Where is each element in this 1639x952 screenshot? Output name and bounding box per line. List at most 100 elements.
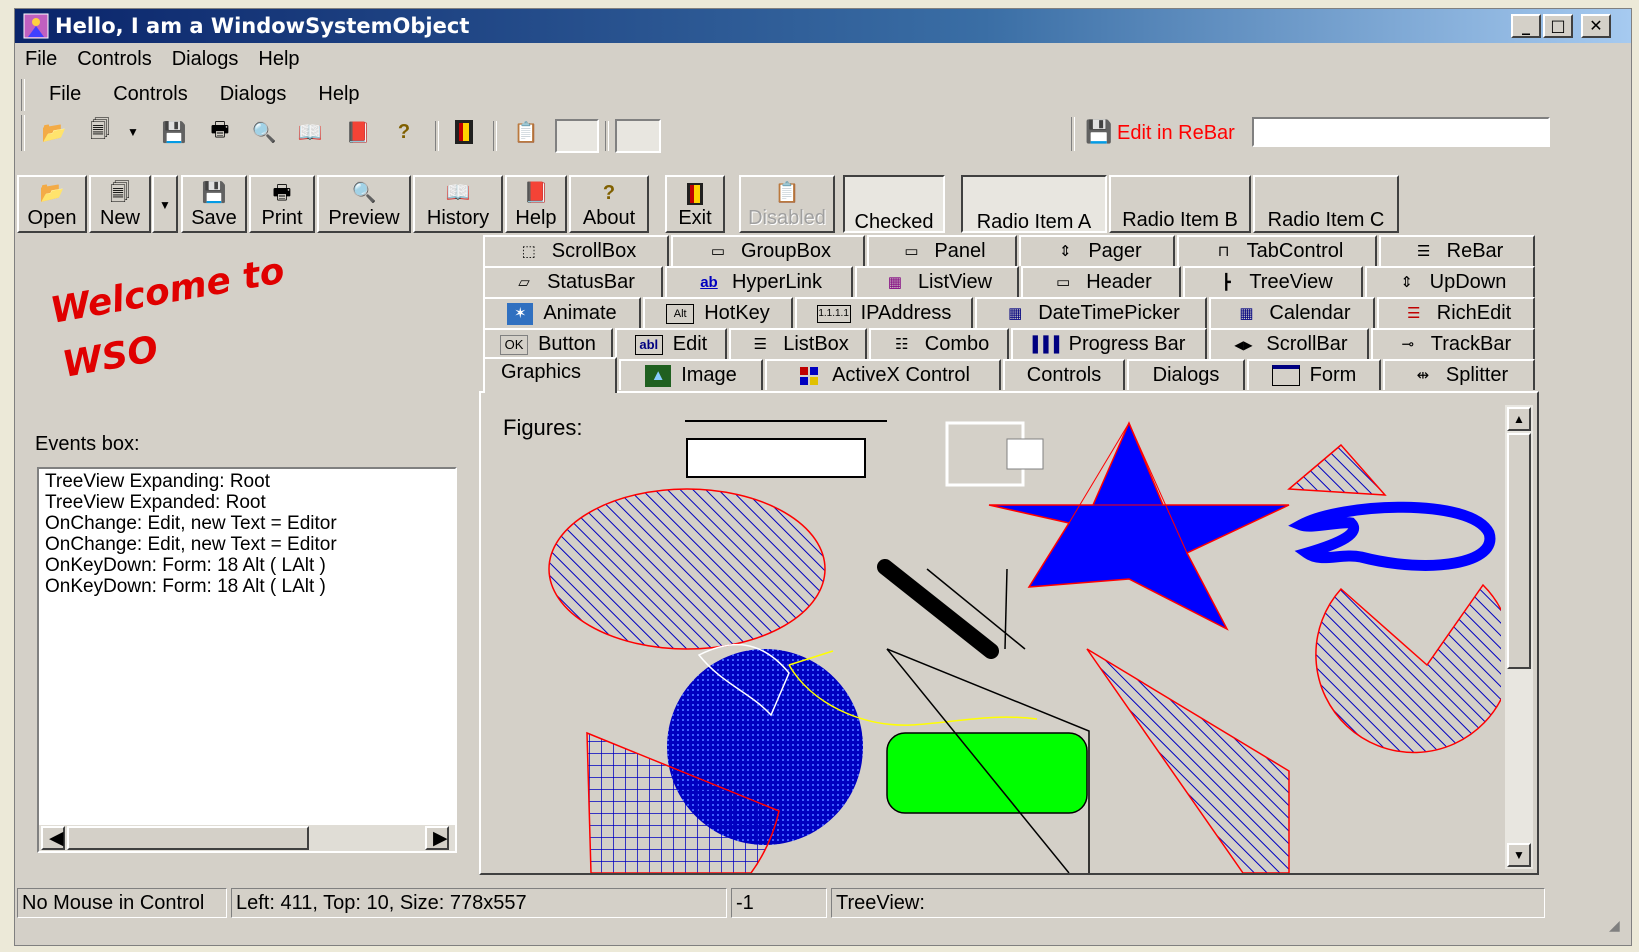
- resize-grip-icon[interactable]: ◢: [1609, 917, 1629, 937]
- tab-hotkey[interactable]: Alt HotKey: [643, 297, 793, 328]
- tab-header[interactable]: ▭ Header: [1021, 266, 1181, 297]
- tab-listbox[interactable]: ☰ ListBox: [729, 328, 867, 359]
- exit-door-icon[interactable]: [449, 117, 479, 147]
- rebar-edit-label: Edit in ReBar: [1117, 122, 1235, 144]
- save-button[interactable]: 💾 Save: [181, 175, 247, 233]
- help-book-icon[interactable]: 📕: [343, 117, 373, 147]
- tab-rebar[interactable]: ☰ ReBar: [1379, 235, 1535, 266]
- image-icon: ▲: [645, 364, 672, 387]
- new-document-icon[interactable]: 🗐: [85, 117, 115, 147]
- activex-icon: [796, 365, 822, 387]
- tab-richedit[interactable]: ☰ RichEdit: [1377, 297, 1535, 328]
- tab-hyperlink[interactable]: ab HyperLink: [665, 266, 853, 297]
- new-button[interactable]: 🗐 New: [89, 175, 151, 233]
- scrollbar-thumb[interactable]: [67, 826, 309, 850]
- new-dropdown-button[interactable]: ▼: [152, 175, 178, 233]
- tab-groupbox[interactable]: ▭ GroupBox: [671, 235, 865, 266]
- exit-button[interactable]: Exit: [665, 175, 725, 233]
- list-item[interactable]: OnKeyDown: Form: 18 Alt ( LAlt ): [39, 555, 455, 576]
- tab-button[interactable]: OK Button: [483, 328, 613, 359]
- tab-panel[interactable]: ▭ Panel: [867, 235, 1017, 266]
- welcome-line-2: WSO: [59, 329, 161, 386]
- about-button[interactable]: ? About: [569, 175, 649, 233]
- help-button[interactable]: 📕 Help: [505, 175, 567, 233]
- list-item[interactable]: TreeView Expanding: Root: [39, 471, 455, 492]
- list-item[interactable]: TreeView Expanded: Root: [39, 492, 455, 513]
- preview-button[interactable]: 🔍 Preview: [317, 175, 411, 233]
- rebar-menu-controls[interactable]: Controls: [97, 80, 203, 108]
- tab-pager[interactable]: ⇕ Pager: [1019, 235, 1175, 266]
- rebar-menu-file[interactable]: File: [39, 80, 97, 108]
- title-bar[interactable]: Hello, I am a WindowSystemObject _ □ ✕: [15, 9, 1631, 43]
- tab-progress-bar[interactable]: ▌▌▌ Progress Bar: [1011, 328, 1207, 359]
- toolbar-gripper[interactable]: [21, 115, 25, 151]
- tab-updown[interactable]: ⇕ UpDown: [1365, 266, 1535, 297]
- tab-scrollbar[interactable]: ◀▶ ScrollBar: [1209, 328, 1369, 359]
- scroll-up-icon[interactable]: ▲: [1507, 407, 1531, 431]
- figures-canvas[interactable]: [481, 393, 1501, 873]
- scroll-down-icon[interactable]: ▼: [1507, 843, 1531, 867]
- menu-file[interactable]: File: [15, 45, 67, 73]
- rebar-gripper[interactable]: [21, 79, 25, 111]
- history-button[interactable]: 📖 History: [413, 175, 503, 233]
- tab-dialogs[interactable]: Dialogs: [1127, 359, 1245, 390]
- radio-item-a-button[interactable]: Radio Item A: [961, 175, 1107, 233]
- rebar-menu-dialogs[interactable]: Dialogs: [204, 80, 303, 108]
- list-item[interactable]: OnKeyDown: Form: 18 Alt ( LAlt ): [39, 576, 455, 597]
- menu-controls[interactable]: Controls: [67, 45, 161, 73]
- rebar-edit-input[interactable]: [1252, 117, 1550, 147]
- menu-help[interactable]: Help: [248, 45, 309, 73]
- save-disk-icon[interactable]: 💾: [159, 117, 189, 147]
- maximize-button[interactable]: □: [1543, 14, 1573, 38]
- tab-scrollbox[interactable]: ⬚ ScrollBox: [483, 235, 669, 266]
- tab-animate[interactable]: ✶ Animate: [483, 297, 641, 328]
- about-question-icon[interactable]: ?: [389, 117, 419, 147]
- print-button[interactable]: 🖶 Print: [249, 175, 315, 233]
- events-list[interactable]: TreeView Expanding: Root TreeView Expand…: [37, 467, 457, 853]
- scrollbar-icon: ◀▶: [1234, 337, 1253, 352]
- horizontal-scrollbar[interactable]: ◀ ▶: [39, 825, 455, 851]
- open-button[interactable]: 📂 Open: [17, 175, 87, 233]
- radio-item-b-button[interactable]: Radio Item B: [1109, 175, 1251, 233]
- scroll-right-icon[interactable]: ▶: [425, 826, 449, 850]
- tab-treeview[interactable]: ┣ TreeView: [1183, 266, 1363, 297]
- tab-statusbar[interactable]: ▱ StatusBar: [483, 266, 663, 297]
- close-button[interactable]: ✕: [1581, 14, 1611, 38]
- tab-graphics[interactable]: Graphics: [483, 357, 617, 393]
- tab-form[interactable]: Form: [1247, 359, 1381, 390]
- tab-controls[interactable]: Controls: [1003, 359, 1125, 390]
- tab-combo[interactable]: ☷ Combo: [869, 328, 1009, 359]
- tab-datetimepicker[interactable]: ▦ DateTimePicker: [975, 297, 1207, 328]
- tab-calendar[interactable]: ▦ Calendar: [1209, 297, 1375, 328]
- tab-listview[interactable]: ▦ ListView: [855, 266, 1019, 297]
- list-item[interactable]: OnChange: Edit, new Text = Editor: [39, 513, 455, 534]
- tab-trackbar[interactable]: ⊸ TrackBar: [1371, 328, 1535, 359]
- tab-image[interactable]: ▲ Image: [619, 359, 763, 390]
- open-folder-icon[interactable]: 📂: [39, 117, 69, 147]
- vertical-scrollbar[interactable]: ▲ ▼: [1505, 405, 1533, 869]
- menu-dialogs[interactable]: Dialogs: [162, 45, 249, 73]
- minimize-button[interactable]: _: [1511, 14, 1541, 38]
- scroll-left-icon[interactable]: ◀: [41, 826, 65, 850]
- hyperlink-icon: ab: [700, 273, 718, 291]
- graphics-page: Figures: ▲ ▼: [479, 391, 1539, 875]
- toolbar-checked-box[interactable]: [555, 119, 599, 153]
- radio-item-c-button[interactable]: Radio Item C: [1253, 175, 1399, 233]
- vertical-scrollbar-thumb[interactable]: [1507, 433, 1531, 669]
- tab-splitter[interactable]: ⇹ Splitter: [1383, 359, 1535, 390]
- print-icon[interactable]: 🖶: [205, 117, 235, 147]
- tab-edit[interactable]: abl Edit: [615, 328, 727, 359]
- list-item[interactable]: OnChange: Edit, new Text = Editor: [39, 534, 455, 555]
- dropdown-arrow-icon[interactable]: ▼: [125, 117, 141, 147]
- rebar-save-icon: 💾: [1085, 119, 1113, 144]
- history-book-icon[interactable]: 📖: [295, 117, 325, 147]
- tab-tabcontrol[interactable]: ⊓ TabControl: [1177, 235, 1377, 266]
- tab-ipaddress[interactable]: 1.1.1.1 IPAddress: [795, 297, 973, 328]
- toolbar-radio-box[interactable]: [615, 119, 661, 153]
- preview-icon[interactable]: 🔍: [249, 117, 279, 147]
- rebar-menu-help[interactable]: Help: [302, 80, 375, 108]
- checked-button[interactable]: Checked: [843, 175, 945, 233]
- tab-activex-control[interactable]: ActiveX Control: [765, 359, 1001, 390]
- rebar-band-gripper[interactable]: [1071, 117, 1075, 151]
- figure-hatched-ellipse: [548, 488, 826, 650]
